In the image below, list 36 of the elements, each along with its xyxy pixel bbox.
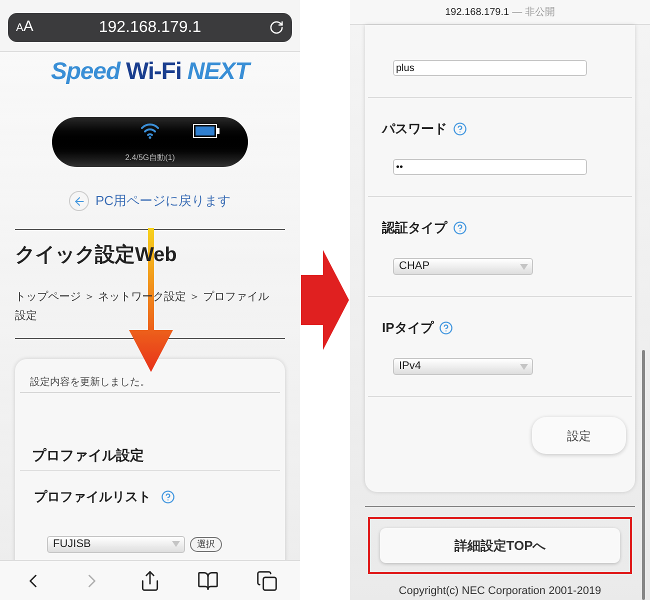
privacy-label: — 非公開 xyxy=(512,6,555,20)
address-bar[interactable]: 192.168.179.1 — 非公開 xyxy=(350,0,650,25)
back-link[interactable]: PC用ページに戻ります xyxy=(69,191,231,211)
field-label: プロファイルリスト xyxy=(34,488,151,506)
wifi-icon xyxy=(140,122,160,139)
url-text: 192.168.179.1 xyxy=(98,18,202,38)
select-button[interactable]: 選択 xyxy=(190,536,222,552)
submit-button[interactable]: 設定 xyxy=(532,417,626,454)
reload-icon[interactable] xyxy=(269,20,284,35)
field-label: パスワード xyxy=(382,120,447,138)
address-bar[interactable]: AA 192.168.179.1 xyxy=(8,13,292,42)
device-status: 2.4/5G自動(1) xyxy=(125,152,175,164)
book-icon[interactable] xyxy=(197,570,220,592)
caret-icon xyxy=(520,364,528,370)
help-icon[interactable] xyxy=(453,221,467,235)
detail-settings-top-button[interactable]: 詳細設定TOPへ xyxy=(380,528,620,563)
tabs-icon[interactable] xyxy=(256,570,278,592)
help-icon[interactable] xyxy=(161,490,175,504)
text-size-button[interactable]: AA xyxy=(16,16,56,39)
help-icon[interactable] xyxy=(439,321,454,335)
battery-icon xyxy=(193,124,220,138)
section-title: プロファイル設定 xyxy=(20,445,280,471)
input-field[interactable]: plus xyxy=(393,60,587,76)
copyright: Copyright(c) NEC Corporation 2001-2019 xyxy=(398,584,602,599)
dropdown[interactable]: FUJISB xyxy=(47,536,185,552)
caret-icon xyxy=(520,264,528,270)
url-text: 192.168.179.1 xyxy=(445,6,510,20)
help-icon[interactable] xyxy=(453,122,467,136)
status-message: 設定内容を更新しました。 xyxy=(20,375,280,393)
password-field[interactable]: •• xyxy=(393,159,587,175)
field-label: 認証タイプ xyxy=(382,219,447,238)
caret-icon xyxy=(172,541,180,547)
dropdown[interactable]: IPv4 xyxy=(393,358,533,375)
logo: Speed Wi-Fi NEXT xyxy=(50,60,252,84)
field-label: IPタイプ xyxy=(382,319,434,338)
dropdown[interactable]: CHAP xyxy=(393,258,533,275)
